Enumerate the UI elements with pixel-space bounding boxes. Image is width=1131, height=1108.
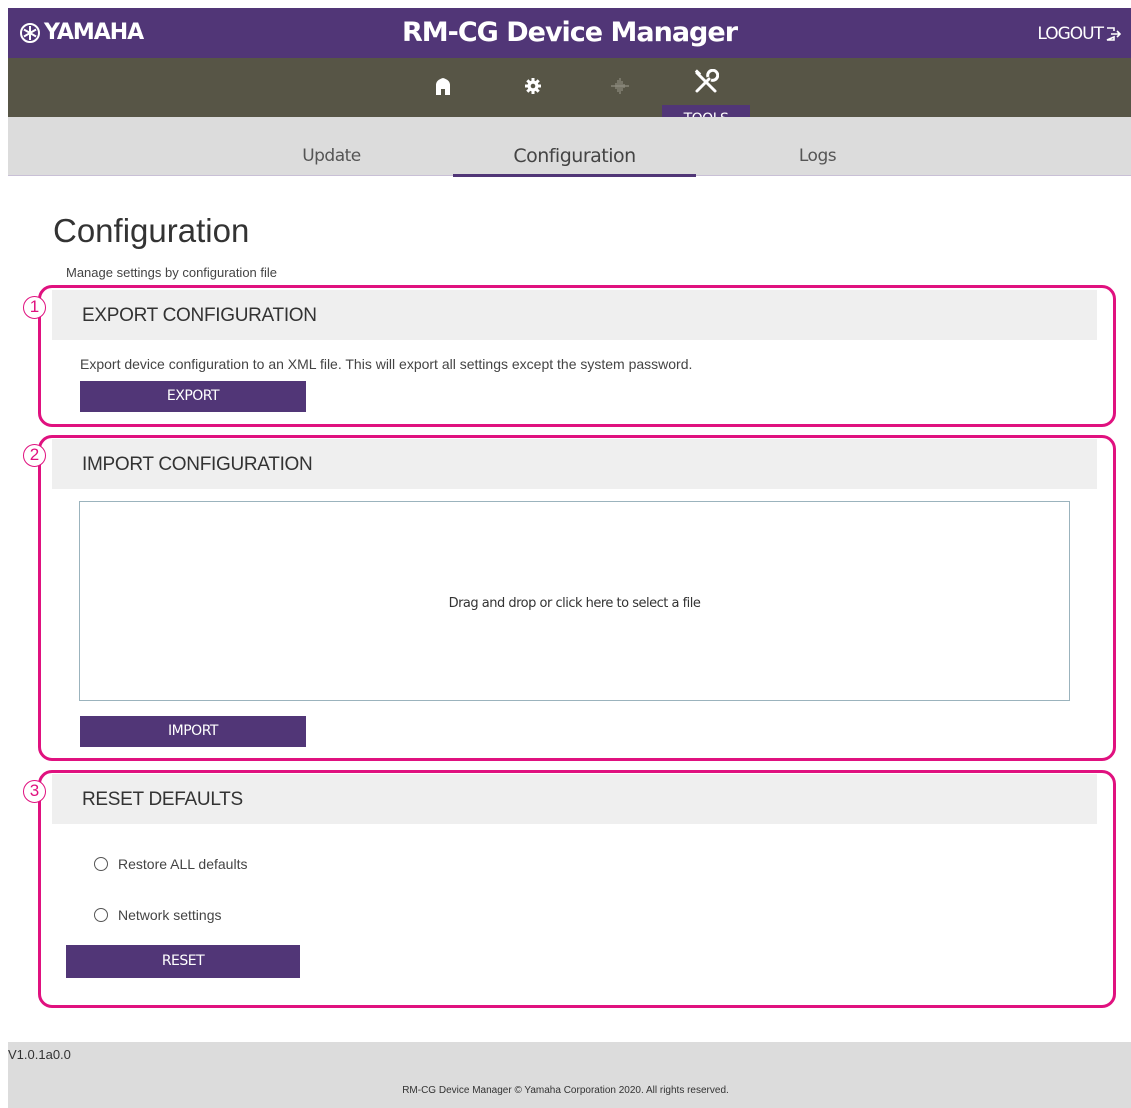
dropzone-text: Drag and drop or click here to select a … [448, 596, 701, 611]
reset-section-header: RESET DEFAULTS [52, 774, 1097, 824]
tools-icon[interactable] [692, 68, 720, 96]
import-section-header: IMPORT CONFIGURATION [52, 439, 1097, 489]
home-icon[interactable] [429, 72, 457, 100]
export-button[interactable]: EXPORT [80, 381, 306, 412]
file-dropzone[interactable]: Drag and drop or click here to select a … [79, 501, 1070, 701]
tab-configuration[interactable]: Configuration [453, 145, 696, 177]
footer [8, 1042, 1131, 1108]
copyright-text: RM-CG Device Manager © Yamaha Corporatio… [402, 1085, 729, 1096]
radio-button[interactable] [94, 857, 108, 871]
radio-button[interactable] [94, 908, 108, 922]
page-subtitle: Manage settings by configuration file [66, 265, 278, 280]
page-title: Configuration [53, 212, 250, 249]
export-section-title: EXPORT CONFIGURATION [82, 305, 317, 326]
sub-nav-bar: Update Configuration Logs [8, 117, 1131, 177]
import-button[interactable]: IMPORT [80, 716, 306, 747]
radio-network-settings[interactable]: Network settings [94, 907, 221, 923]
main-nav-bar: TOOLS [8, 58, 1131, 133]
version-label: V1.0.1a0.0 [8, 1047, 71, 1062]
logout-icon [1106, 27, 1121, 41]
reset-section-title: RESET DEFAULTS [82, 789, 243, 810]
annotation-number-3: 3 [23, 780, 46, 803]
logout-button[interactable]: LOGOUT [1037, 24, 1121, 44]
audio-wave-icon[interactable] [606, 72, 634, 100]
gear-icon[interactable] [519, 72, 547, 100]
annotation-number-1: 1 [23, 296, 46, 319]
tab-logs[interactable]: Logs [696, 146, 939, 166]
top-header: YAMAHA RM-CG Device Manager LOGOUT [8, 8, 1131, 58]
tab-update[interactable]: Update [210, 146, 453, 166]
radio-label: Network settings [118, 907, 222, 923]
radio-label: Restore ALL defaults [118, 856, 248, 872]
export-section-header: EXPORT CONFIGURATION [52, 290, 1097, 340]
logout-label: LOGOUT [1037, 24, 1104, 44]
reset-button[interactable]: RESET [66, 945, 300, 978]
export-description: Export device configuration to an XML fi… [80, 356, 693, 372]
app-title: RM-CG Device Manager [401, 17, 738, 48]
import-section-title: IMPORT CONFIGURATION [82, 454, 313, 475]
radio-restore-all-defaults[interactable]: Restore ALL defaults [94, 856, 247, 872]
annotation-number-2: 2 [23, 444, 46, 467]
